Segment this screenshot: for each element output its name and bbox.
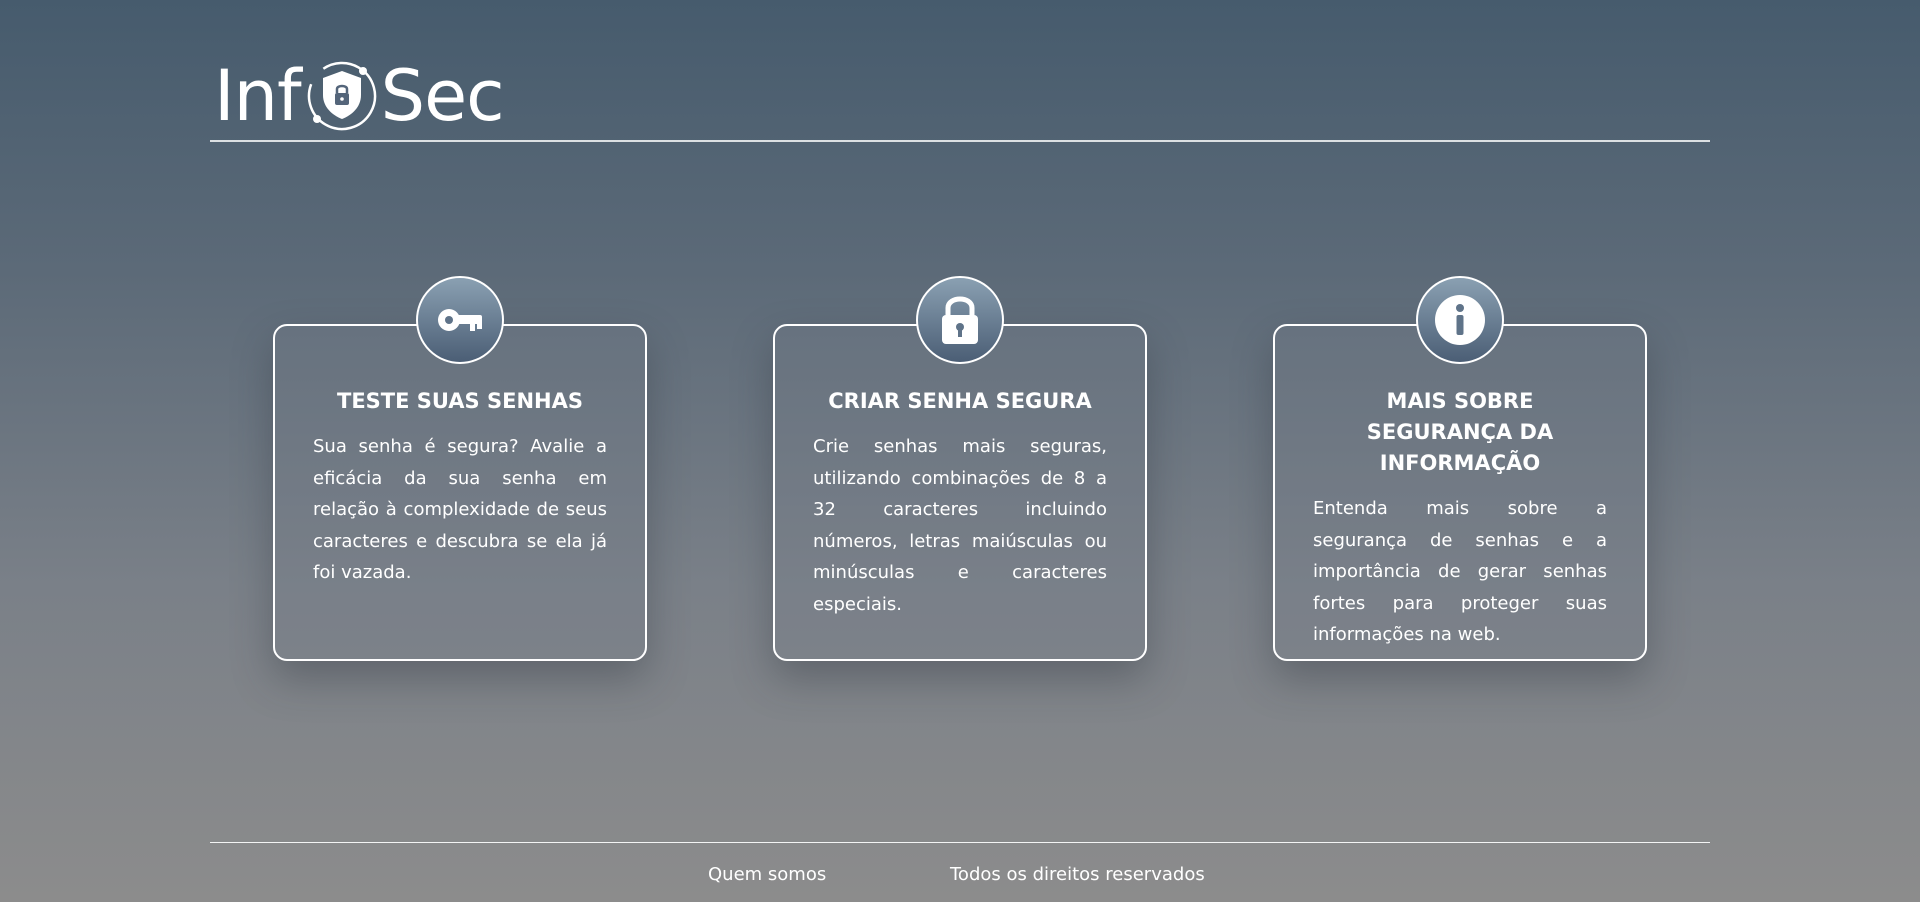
header-divider bbox=[210, 140, 1710, 142]
card-title: CRIAR SENHA SEGURA bbox=[828, 389, 1092, 413]
padlock-icon bbox=[942, 296, 978, 344]
card-description: Crie senhas mais seguras, utilizando com… bbox=[813, 436, 1107, 615]
info-icon bbox=[1435, 295, 1485, 345]
key-icon bbox=[438, 309, 482, 331]
card-title: MAIS SOBRE SEGURANÇA DA INFORMAÇÃO bbox=[1366, 389, 1554, 475]
infosec-logo[interactable]: Inf Sec bbox=[214, 55, 505, 137]
card-icon-badge bbox=[916, 276, 1004, 364]
card-icon-badge bbox=[416, 276, 504, 364]
card-test-passwords[interactable]: TESTE SUAS SENHAS Sua senha é segura? Av… bbox=[273, 276, 647, 661]
card-description: Entenda mais sobre a segurança de senhas… bbox=[1313, 498, 1607, 645]
footer-divider bbox=[210, 842, 1710, 843]
card-create-password[interactable]: CRIAR SENHA SEGURA Crie senhas mais segu… bbox=[773, 276, 1147, 661]
card-title: TESTE SUAS SENHAS bbox=[337, 389, 583, 413]
logo-text-right: Sec bbox=[380, 55, 505, 137]
logo-text-left: Inf bbox=[214, 55, 302, 137]
card-icon-badge bbox=[1416, 276, 1504, 364]
shield-lock-icon bbox=[307, 61, 376, 131]
site-header: Inf Sec bbox=[210, 52, 1710, 142]
rights-reserved-text: Todos os direitos reservados bbox=[950, 864, 1205, 885]
card-more-info[interactable]: MAIS SOBRE SEGURANÇA DA INFORMAÇÃO Enten… bbox=[1273, 276, 1647, 661]
card-description: Sua senha é segura? Avalie a eficácia da… bbox=[313, 436, 607, 583]
site-footer: Quem somos Todos os direitos reservados bbox=[0, 864, 1920, 894]
about-us-link[interactable]: Quem somos bbox=[708, 864, 826, 885]
feature-cards: TESTE SUAS SENHAS Sua senha é segura? Av… bbox=[0, 276, 1920, 666]
